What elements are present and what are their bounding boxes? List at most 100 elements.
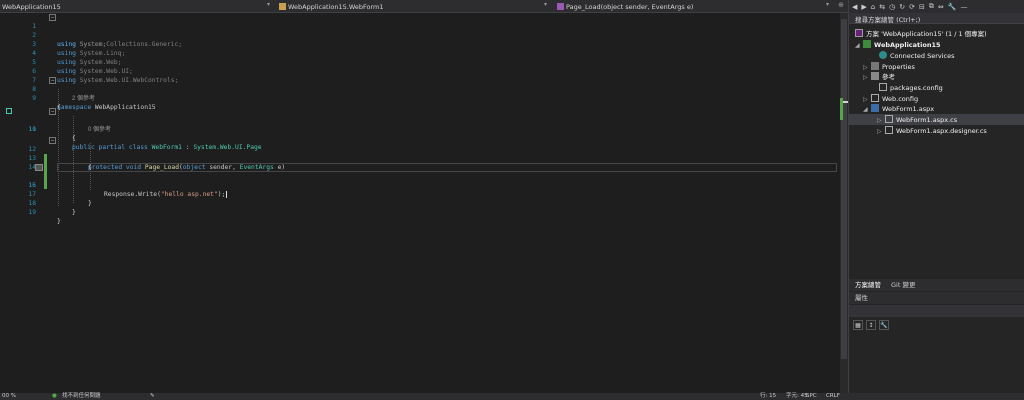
collapse-toggle[interactable]: − [49,77,56,84]
tree-label: Web.config [882,95,919,103]
column-indicator: 字元: 45 [786,393,808,399]
brace: } [57,218,61,225]
property-pages-icon[interactable]: 🔧 [879,320,889,330]
brush-icon[interactable]: ✎ [150,393,155,400]
zoom-level[interactable]: 00 % [2,393,16,400]
properties-object-selector[interactable] [849,305,1024,317]
tree-item-references[interactable]: ▷ 參考 [863,72,895,82]
scrollbar-thumb[interactable] [841,19,847,359]
tree-item-solution[interactable]: 方案 'WebApplication15' (1 / 1 個專案) [855,29,987,39]
code-line[interactable]: 15 Response.Write("hello asp.net"); [0,163,840,198]
line-ending-indicator[interactable]: CRLF [826,393,840,400]
member-dropdown-label: Page_Load(object sender, EventArgs e) [566,2,694,11]
collapse-all-icon[interactable]: ⊟ [919,3,925,11]
tree-label: packages.config [890,84,943,92]
code-line: 11 { [0,116,840,142]
member-dropdown[interactable]: Page_Load(object sender, EventArgs e) ▾ [557,1,831,12]
more-icon[interactable]: — [960,3,967,11]
properties-title: 屬性 [855,294,868,302]
code-line: 10 − public partial class WebForm1 : Sys… [0,107,840,151]
preview-icon[interactable]: ⇔ [938,3,944,11]
line-number: 9 [32,95,36,102]
home-icon[interactable]: ⌂ [871,3,875,11]
project-dropdown-label: WebApplication15 [2,2,61,11]
tree-label: Connected Services [890,52,955,60]
project-dropdown[interactable]: WebApplication15 ▾ [2,1,272,12]
line-number: 19 [28,209,36,216]
code-line: 5 using System.Web.UI; [0,49,840,75]
web-form-icon [871,104,879,112]
refresh-icon[interactable]: ⟳ [909,3,915,11]
chevron-right-icon[interactable]: ▷ [863,73,871,83]
cs-file-icon [885,126,893,134]
class-dropdown[interactable]: WebApplication15.WebForm1 ▾ [279,1,549,12]
class-icon [279,3,286,10]
properties-toolbar: ▦ ↕ 🔧 [853,320,889,332]
web-project-icon [863,40,871,48]
tree-label: WebForm1.aspx.cs [896,116,958,124]
code-line: 1 − using System; [0,13,840,48]
tree-item-connected-services[interactable]: Connected Services [871,51,954,61]
solution-explorer: ◀ ▶ ⌂ ⇆ ◷ ↻ ⟳ ⊟ ⧉ ⇔ 🔧 — 搜尋方案總管 (Ctrl+;) … [848,0,1024,393]
search-placeholder: 搜尋方案總管 (Ctrl+;) [855,16,921,24]
split-editor-icon[interactable]: ⊕ [838,1,844,9]
code-line: 17 } [0,181,840,207]
line-indicator: 行: 15 [760,393,777,399]
sync-icon[interactable]: ↻ [899,3,905,11]
collapse-toggle[interactable]: − [49,108,56,115]
code-line: 7 [0,67,840,84]
show-all-files-icon[interactable]: ⧉ [929,2,934,11]
code-area[interactable]: 1 − using System; 2 using System.Collect… [0,13,840,393]
tab-solution-explorer[interactable]: 方案總管 [855,279,881,291]
tree-item-packages[interactable]: packages.config [871,83,943,93]
back-icon[interactable]: ◀ [852,3,857,11]
chevron-right-icon[interactable]: ▷ [877,127,885,137]
issues-status[interactable]: 找不到任何問題 [62,393,101,400]
code-line: 9 { [0,85,840,111]
chevron-down-icon[interactable]: ◢ [855,41,863,51]
chevron-down-icon: ▾ [543,1,547,8]
tree-label: Properties [882,63,915,71]
properties-icon[interactable]: 🔧 [948,3,957,11]
properties-panel-header: 屬性 [849,292,1024,304]
tab-git-changes[interactable]: Git 變更 [891,279,915,291]
solution-explorer-toolbar: ◀ ▶ ⌂ ⇆ ◷ ↻ ⟳ ⊟ ⧉ ⇔ 🔧 — [849,0,1024,13]
status-bar: 00 % ● 找不到任何問題 ✎ 行: 15 字元: 45 SPC CRLF [0,393,1024,400]
tree-item-webform-designer[interactable]: ▷ WebForm1.aspx.designer.cs [877,126,987,136]
code-editor[interactable]: WebApplication15 ▾ WebApplication15.WebF… [0,0,848,393]
forward-icon[interactable]: ▶ [861,3,866,11]
brace: } [72,209,76,216]
tree-label: WebApplication15 [874,41,941,49]
tree-label: WebForm1.aspx [882,105,935,113]
solution-search-input[interactable]: 搜尋方案總管 (Ctrl+;) [849,13,1024,24]
collapse-toggle[interactable]: − [49,14,56,21]
tree-item-webconfig[interactable]: ▷ Web.config [863,94,918,104]
categorized-icon[interactable]: ▦ [853,320,863,330]
alphabetical-icon[interactable]: ↕ [866,320,876,330]
switch-views-icon[interactable]: ⇆ [879,3,885,11]
cs-file-icon [885,115,893,123]
codelens-references[interactable]: 2 個參考 [72,95,95,104]
check-icon: ● [52,393,57,399]
pending-changes-icon[interactable]: ◷ [889,3,895,11]
code-line: 14 [0,154,840,171]
method-icon [557,3,564,10]
tree-label: 方案 'WebApplication15' (1 / 1 個專案) [866,30,987,38]
change-overview-marker [840,98,843,120]
codelens-references[interactable]: 0 個參考 [88,126,111,135]
tree-item-properties[interactable]: ▷ Properties [863,62,915,72]
chevron-right-icon[interactable]: ▷ [877,116,885,126]
tree-item-webform[interactable]: ◢ WebForm1.aspx [863,104,934,114]
editor-scrollbar[interactable] [840,13,848,393]
panel-tabs: 方案總管 Git 變更 [849,279,1024,291]
quick-actions-icon[interactable] [35,164,43,171]
tree-item-project[interactable]: ◢ WebApplication15 [855,40,941,50]
code-line: 13 { [0,145,840,171]
line-number: 11 [28,126,36,133]
bookmark-icon [6,108,12,114]
tree-item-webform-cs[interactable]: ▷ WebForm1.aspx.cs [877,115,957,125]
code-line: 2 using System.Collections.Generic; [0,22,840,48]
tree-label: 參考 [882,73,895,81]
collapse-toggle[interactable]: − [49,137,56,144]
whitespace-indicator[interactable]: SPC [806,393,817,400]
